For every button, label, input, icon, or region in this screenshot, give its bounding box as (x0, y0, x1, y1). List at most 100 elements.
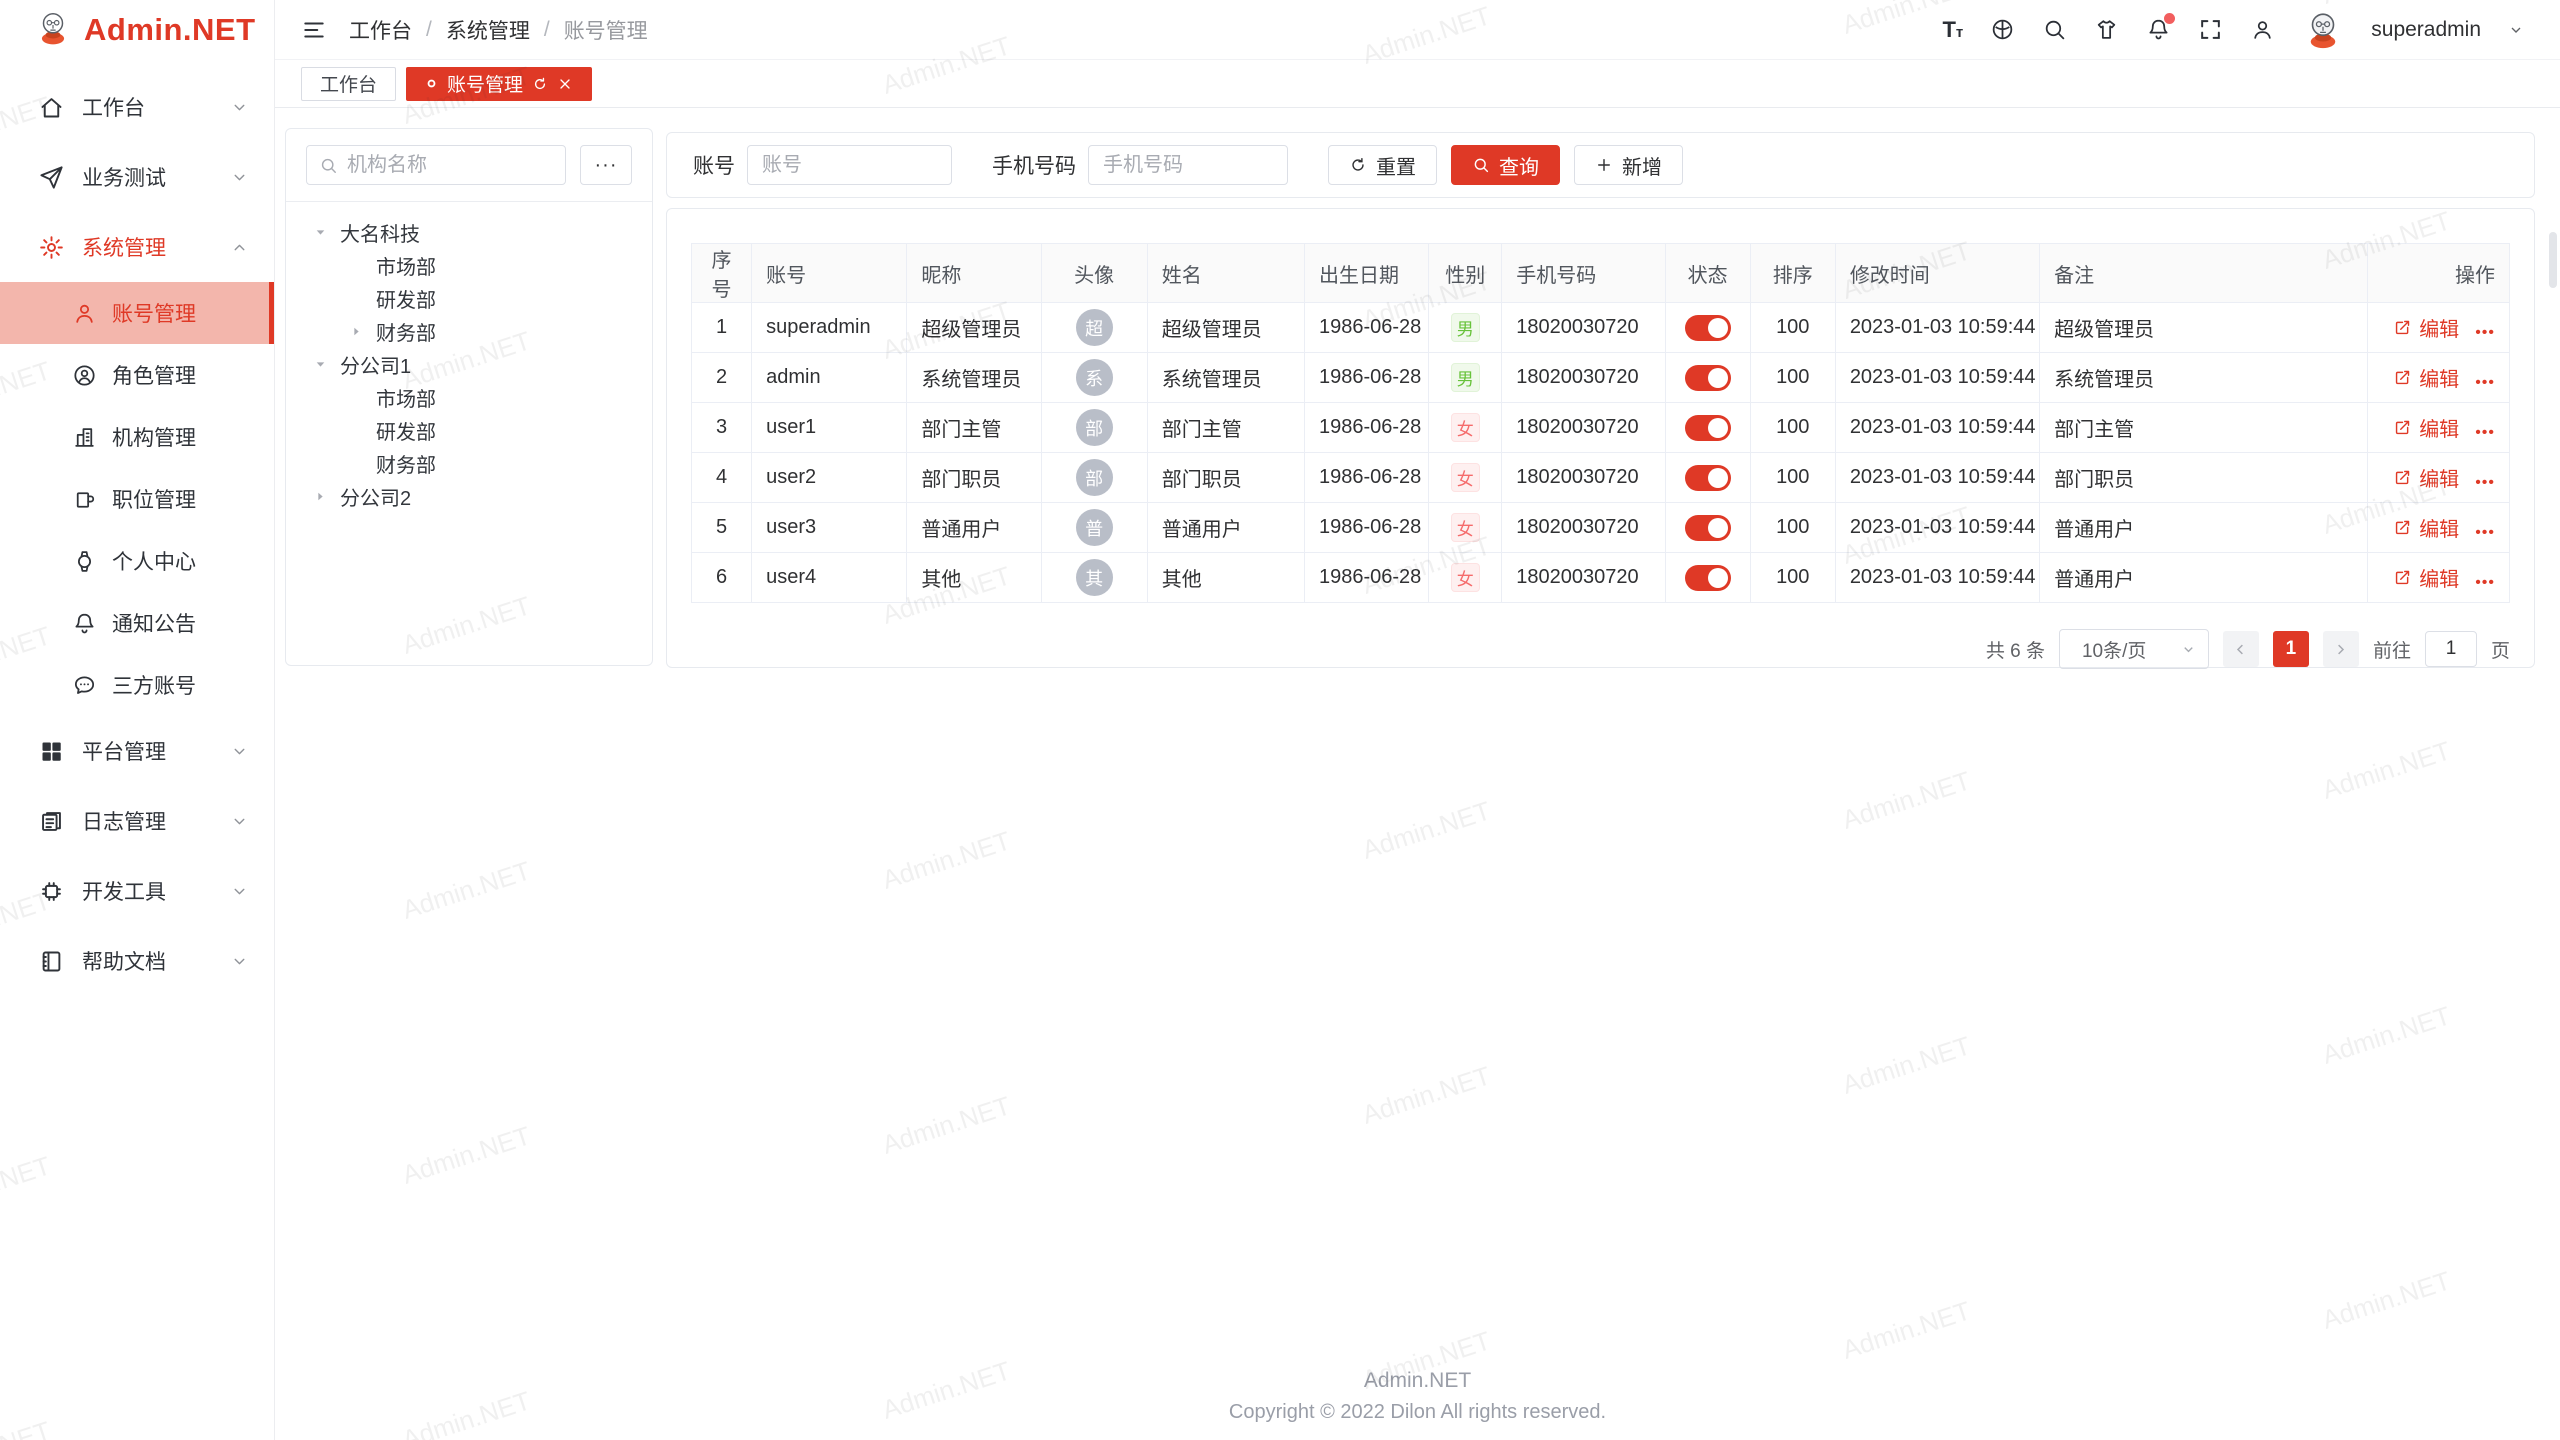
tree-node[interactable]: 财务部 (306, 315, 632, 348)
row-more-button[interactable]: ••• (2475, 574, 2495, 591)
phone-input[interactable] (1088, 145, 1288, 185)
tab-workbench[interactable]: 工作台 (301, 67, 396, 101)
sidebar-item-account-manage[interactable]: 账号管理 (0, 282, 274, 344)
cell-gender: 女 (1429, 553, 1502, 603)
edit-button[interactable]: 编辑 (2393, 363, 2459, 392)
tree-node[interactable]: 分公司1 (306, 348, 632, 381)
tree-node[interactable]: 研发部 (306, 282, 632, 315)
row-more-button[interactable]: ••• (2475, 424, 2495, 441)
sidebar-item-workbench[interactable]: 工作台 (0, 72, 274, 142)
tab-close-icon[interactable] (557, 76, 573, 92)
sidebar-item-dev-tools[interactable]: 开发工具 (0, 856, 274, 926)
row-more-button[interactable]: ••• (2475, 324, 2495, 341)
edit-button[interactable]: 编辑 (2393, 563, 2459, 592)
theme-icon[interactable] (2094, 17, 2119, 42)
font-size-icon[interactable]: Tт (1942, 17, 1963, 43)
add-button[interactable]: 新增 (1574, 145, 1683, 185)
collapse-menu-icon[interactable] (301, 17, 327, 43)
page-size-select[interactable]: 10条/页 (2059, 629, 2209, 669)
scrollbar-thumb[interactable] (2549, 232, 2557, 288)
cell-sort: 100 (1750, 403, 1835, 453)
edit-button[interactable]: 编辑 (2393, 513, 2459, 542)
tab-account-manage[interactable]: 账号管理 (406, 67, 592, 101)
cell-index: 5 (692, 503, 752, 553)
tree-caret-right-icon[interactable] (350, 325, 376, 338)
tree-node[interactable]: 研发部 (306, 414, 632, 447)
cell-name: 超级管理员 (1147, 303, 1304, 353)
language-icon[interactable] (1990, 17, 2015, 42)
search-icon[interactable] (2042, 17, 2067, 42)
sidebar-item-system-manage[interactable]: 系统管理 (0, 212, 274, 282)
cell-account: user1 (752, 403, 907, 453)
goto-page-input[interactable] (2425, 631, 2477, 667)
cell-operations: 编辑 ••• (2367, 353, 2509, 403)
tree-caret-right-icon[interactable] (314, 490, 340, 503)
cell-avatar: 部 (1041, 403, 1147, 453)
status-toggle[interactable] (1685, 415, 1731, 441)
search-button[interactable]: 查询 (1451, 145, 1560, 185)
notification-bell-icon[interactable] (2146, 17, 2171, 42)
cell-sort: 100 (1750, 353, 1835, 403)
breadcrumb-item[interactable]: 系统管理 (446, 15, 530, 45)
cell-index: 1 (692, 303, 752, 353)
cell-account: user3 (752, 503, 907, 553)
edit-icon (2393, 468, 2412, 487)
sidebar-item-help-docs[interactable]: 帮助文档 (0, 926, 274, 996)
status-toggle[interactable] (1685, 365, 1731, 391)
username[interactable]: superadmin (2371, 18, 2481, 42)
app-logo[interactable]: Admin.NET (0, 0, 274, 60)
profile-icon[interactable] (2250, 17, 2275, 42)
tree-node[interactable]: 大名科技 (306, 216, 632, 249)
cell-nickname: 系统管理员 (907, 353, 1041, 403)
sidebar-item-role-manage[interactable]: 角色管理 (0, 344, 274, 406)
avatar: 部 (1076, 409, 1113, 446)
tree-node[interactable]: 市场部 (306, 381, 632, 414)
tree-more-button[interactable]: ··· (580, 145, 632, 185)
gender-badge: 男 (1451, 363, 1480, 392)
tree-caret-down-icon[interactable] (314, 226, 340, 239)
row-more-button[interactable]: ••• (2475, 374, 2495, 391)
tree-node[interactable]: 财务部 (306, 447, 632, 480)
cell-account: user4 (752, 553, 907, 603)
column-header: 姓名 (1147, 244, 1304, 303)
sidebar-item-org-manage[interactable]: 机构管理 (0, 406, 274, 468)
query-card: 账号 手机号码 重置 查询 新增 (666, 132, 2535, 198)
sidebar-item-business-test[interactable]: 业务测试 (0, 142, 274, 212)
edit-button[interactable]: 编辑 (2393, 313, 2459, 342)
sidebar-item-platform-manage[interactable]: 平台管理 (0, 716, 274, 786)
tab-refresh-icon[interactable] (532, 76, 548, 92)
tree-node[interactable]: 市场部 (306, 249, 632, 282)
sidebar-item-personal-center[interactable]: 个人中心 (0, 530, 274, 592)
breadcrumb-item[interactable]: 工作台 (349, 15, 412, 45)
sidebar-item-log-manage[interactable]: 日志管理 (0, 786, 274, 856)
sidebar-item-notice[interactable]: 通知公告 (0, 592, 274, 654)
page-number-button[interactable]: 1 (2273, 631, 2309, 667)
cell-sort: 100 (1750, 303, 1835, 353)
fullscreen-icon[interactable] (2198, 17, 2223, 42)
prev-page-button[interactable] (2223, 631, 2259, 667)
tree-caret-down-icon[interactable] (314, 358, 340, 371)
user-avatar[interactable] (2302, 9, 2344, 51)
org-search-input[interactable] (347, 154, 553, 177)
edit-button[interactable]: 编辑 (2393, 463, 2459, 492)
status-toggle[interactable] (1685, 315, 1731, 341)
tree-node[interactable]: 分公司2 (306, 480, 632, 513)
sidebar-item-label: 帮助文档 (82, 946, 166, 976)
status-toggle[interactable] (1685, 515, 1731, 541)
reset-button[interactable]: 重置 (1328, 145, 1437, 185)
chevron-down-icon[interactable] (2508, 22, 2524, 38)
org-search-box (306, 145, 566, 185)
row-more-button[interactable]: ••• (2475, 474, 2495, 491)
status-toggle[interactable] (1685, 565, 1731, 591)
account-input[interactable] (747, 145, 952, 185)
edit-button[interactable]: 编辑 (2393, 413, 2459, 442)
sidebar-item-position-manage[interactable]: 职位管理 (0, 468, 274, 530)
row-more-button[interactable]: ••• (2475, 524, 2495, 541)
cell-phone: 18020030720 (1502, 453, 1665, 503)
status-toggle[interactable] (1685, 465, 1731, 491)
next-page-button[interactable] (2323, 631, 2359, 667)
logo-mascot-icon (34, 9, 72, 52)
role-icon (72, 363, 97, 388)
sidebar-item-third-account[interactable]: 三方账号 (0, 654, 274, 716)
cell-status (1665, 453, 1750, 503)
